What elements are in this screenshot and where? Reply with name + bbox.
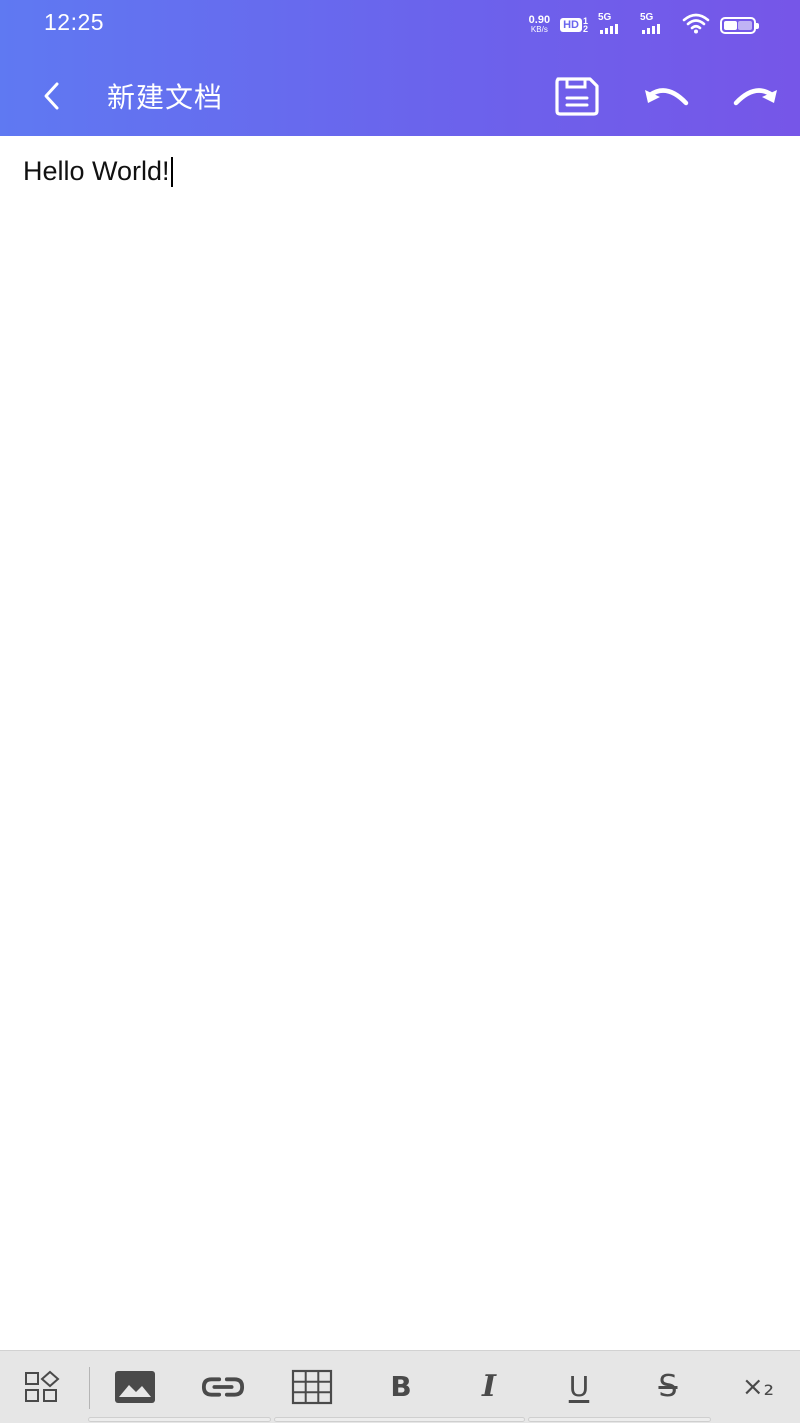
redo-icon	[733, 88, 777, 106]
link-icon	[201, 1377, 245, 1397]
strikethrough-button[interactable]: S	[646, 1365, 690, 1409]
status-icons: 0.90 KB/s HD 1 2 5G 5G	[528, 10, 759, 40]
format-toolbar: B I U S ×₂	[0, 1350, 800, 1423]
battery-icon	[720, 16, 759, 34]
text-caret	[170, 156, 173, 187]
undo-button[interactable]	[641, 70, 693, 122]
more-tools-button[interactable]	[21, 1365, 65, 1409]
wifi-icon	[682, 12, 710, 38]
bold-button[interactable]: B	[379, 1365, 423, 1409]
underline-button[interactable]: U	[557, 1365, 601, 1409]
signal-5g-icon: 5G	[640, 12, 672, 36]
toolbar-scroll-indicator	[88, 1417, 271, 1422]
save-button[interactable]	[551, 70, 603, 122]
chevron-left-icon	[44, 82, 59, 110]
editor-text: Hello World!	[23, 156, 170, 186]
save-icon	[555, 77, 599, 116]
undo-icon	[645, 88, 689, 106]
hd-label: HD	[560, 18, 582, 32]
image-icon	[115, 1371, 155, 1403]
signal-5g-icon: 5G	[598, 12, 630, 36]
status-time: 12:25	[44, 9, 105, 35]
network-speed-value: 0.90	[528, 14, 551, 26]
italic-button[interactable]: I	[467, 1365, 511, 1409]
subscript-button[interactable]: ×₂	[736, 1365, 780, 1409]
hd-icon: HD 1 2	[560, 17, 588, 34]
toolbar-scroll-indicator	[274, 1417, 525, 1422]
toolbar-scroll-indicator	[528, 1417, 711, 1422]
app-header: 12:25 0.90 KB/s HD 1 2 5G 5G 新建文档	[0, 0, 800, 136]
network-speed-unit: KB/s	[530, 25, 548, 34]
page-title: 新建文档	[107, 81, 224, 114]
status-bar: 12:25 0.90 KB/s HD 1 2 5G 5G	[0, 0, 800, 50]
toolbar-divider	[89, 1367, 90, 1409]
table-icon	[291, 1369, 333, 1405]
redo-button[interactable]	[729, 70, 781, 122]
sim2-label: 5G	[640, 12, 654, 23]
hd-sub-bottom: 2	[582, 24, 588, 34]
top-toolbar: 新建文档	[0, 60, 800, 130]
editor-screen: 12:25 0.90 KB/s HD 1 2 5G 5G 新建文档 Hello …	[0, 0, 800, 1423]
insert-table-button[interactable]	[290, 1365, 334, 1409]
subscript-icon: ×₂	[741, 1372, 775, 1402]
italic-icon: I	[481, 1369, 497, 1404]
sim1-label: 5G	[598, 12, 612, 23]
insert-link-button[interactable]	[201, 1365, 245, 1409]
insert-image-button[interactable]	[113, 1365, 157, 1409]
strikethrough-icon: S	[658, 1369, 678, 1404]
document-editor[interactable]: Hello World!	[0, 136, 800, 1350]
network-speed: 0.90 KB/s	[528, 14, 551, 35]
back-button[interactable]	[30, 74, 74, 118]
grid-shapes-icon	[25, 1370, 60, 1402]
editor-content[interactable]: Hello World!	[23, 156, 173, 187]
hd-sub: 1 2	[582, 17, 588, 34]
underline-icon: U	[568, 1370, 590, 1403]
bold-icon: B	[390, 1370, 412, 1403]
